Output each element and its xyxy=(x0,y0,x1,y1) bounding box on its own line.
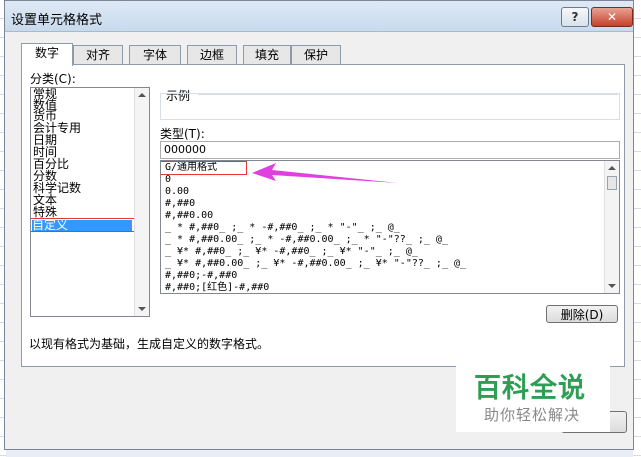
watermark-logo: 百科全说 助你轻松解决 xyxy=(456,362,610,432)
description-text: 以现有格式为基础，生成自定义的数字格式。 xyxy=(29,337,270,351)
format-scrollbar[interactable] xyxy=(604,161,619,293)
sample-preview xyxy=(160,93,620,120)
dialog-title: 设置单元格格式 xyxy=(11,13,103,28)
highlight-box-custom xyxy=(31,218,141,232)
category-item[interactable]: 特殊 xyxy=(33,206,57,218)
format-item[interactable]: #,##0.00 xyxy=(165,210,213,222)
format-item[interactable]: #,##0 xyxy=(165,198,195,210)
tab-border[interactable]: 边框 xyxy=(187,45,237,64)
format-item[interactable]: 0 xyxy=(165,174,171,186)
format-item[interactable]: _ ¥* #,##0_ ;_ ¥* -#,##0_ ;_ ¥* "-"_ ;_ … xyxy=(165,246,418,258)
tab-alignment[interactable]: 对齐 xyxy=(73,45,123,64)
scroll-up-icon[interactable] xyxy=(608,166,616,170)
delete-button[interactable]: 删除(D) xyxy=(546,305,618,323)
format-item[interactable]: #,##0;[红色]-#,##0 xyxy=(165,282,269,293)
category-list[interactable]: 常规 数值 货币 会计专用 日期 时间 百分比 分数 科学记数 文本 特殊 自定… xyxy=(30,87,150,317)
tab-protection[interactable]: 保护 xyxy=(291,45,341,64)
watermark-title: 百科全说 xyxy=(474,373,586,404)
number-tab-panel: 分类(C): 常规 数值 货币 会计专用 日期 时间 百分比 分数 科学记数 文… xyxy=(21,64,625,367)
watermark-subtitle: 助你轻松解决 xyxy=(484,406,581,424)
scroll-up-icon[interactable] xyxy=(138,93,146,97)
spreadsheet-background-right xyxy=(633,0,641,457)
close-button[interactable]: ✕ xyxy=(591,7,633,27)
tab-font[interactable]: 字体 xyxy=(129,45,181,64)
scroll-down-icon[interactable] xyxy=(608,284,616,288)
highlight-box-general xyxy=(161,161,247,175)
format-item[interactable]: #,##0;-#,##0 xyxy=(165,270,237,282)
format-item[interactable]: _ * #,##0_ ;_ * -#,##0_ ;_ * "-"_ ;_ @_ xyxy=(165,222,400,234)
format-item[interactable]: _ * #,##0.00_ ;_ * -#,##0.00_ ;_ * "-"??… xyxy=(165,234,448,246)
tab-number[interactable]: 数字 xyxy=(21,43,73,66)
format-item[interactable]: 0.00 xyxy=(165,186,189,198)
help-button[interactable]: ? xyxy=(561,7,589,27)
scroll-down-icon[interactable] xyxy=(138,307,146,311)
format-item[interactable]: _ ¥* #,##0.00_ ;_ ¥* -#,##0.00_ ;_ ¥* "-… xyxy=(165,258,466,270)
title-bar[interactable]: 设置单元格格式 ? ✕ xyxy=(5,1,633,32)
scroll-thumb[interactable] xyxy=(607,176,617,190)
annotation-arrow-icon xyxy=(252,163,398,183)
type-label: 类型(T): xyxy=(160,127,205,141)
category-label: 分类(C): xyxy=(30,72,76,86)
tab-fill[interactable]: 填充 xyxy=(243,45,291,64)
category-scrollbar[interactable] xyxy=(134,88,149,316)
